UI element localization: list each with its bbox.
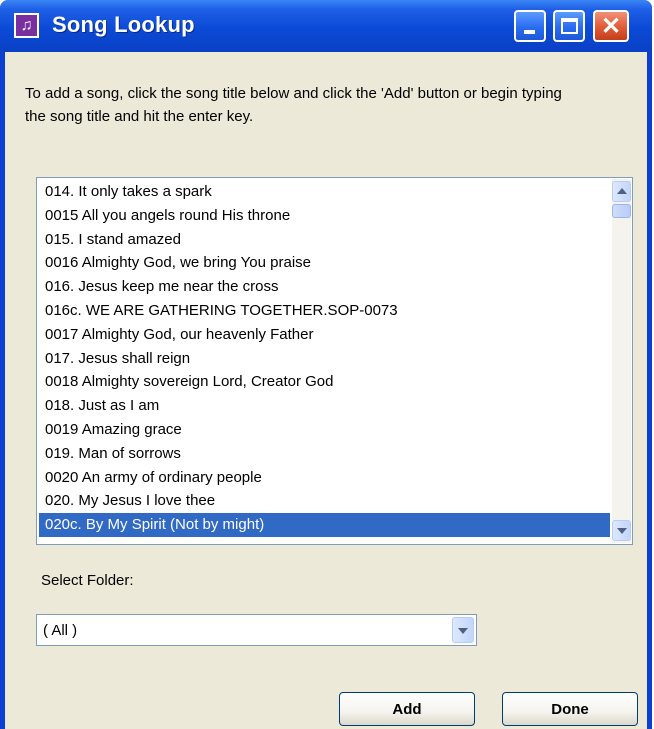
song-list-item[interactable]: 0019 Amazing grace xyxy=(39,418,610,442)
minimize-button[interactable] xyxy=(514,10,546,42)
song-list-item[interactable]: 014. It only takes a spark xyxy=(39,180,610,204)
minimize-icon xyxy=(524,30,535,34)
song-list-item[interactable]: 019. Man of sorrows xyxy=(39,442,610,466)
folder-dropdown-button[interactable] xyxy=(452,617,474,643)
window-title: Song Lookup xyxy=(52,12,195,37)
song-list-item[interactable]: 015. I stand amazed xyxy=(39,228,610,252)
scroll-down-button[interactable] xyxy=(612,520,631,541)
close-icon: ✕ xyxy=(601,13,622,40)
done-button[interactable]: Done xyxy=(502,692,638,726)
select-folder-label: Select Folder: xyxy=(41,572,134,589)
title-bar[interactable]: ♫ Song Lookup ✕ xyxy=(0,0,652,52)
scroll-up-button[interactable] xyxy=(612,181,631,202)
song-list-item[interactable]: 017. Jesus shall reign xyxy=(39,347,610,371)
instructions-text: To add a song, click the song title belo… xyxy=(25,85,562,125)
song-lookup-window: ♫ Song Lookup ✕ To add a song, click the… xyxy=(0,0,652,729)
chevron-down-icon xyxy=(617,528,627,534)
close-button[interactable]: ✕ xyxy=(593,10,629,42)
song-list-items: 014. It only takes a spark 0015 All you a… xyxy=(39,180,610,537)
song-list-item[interactable]: 0017 Almighty God, our heavenly Father xyxy=(39,323,610,347)
song-list-item[interactable]: 0016 Almighty God, we bring You praise xyxy=(39,251,610,275)
song-list-item[interactable]: 020. My Jesus I love thee xyxy=(39,489,610,513)
song-listbox[interactable]: 014. It only takes a spark 0015 All you a… xyxy=(36,177,633,545)
song-list-item[interactable]: 0020 An army of ordinary people xyxy=(39,466,610,490)
scroll-thumb[interactable] xyxy=(612,204,631,218)
song-list-item[interactable]: 020c. By My Spirit (Not by might) xyxy=(39,513,610,537)
vertical-scrollbar[interactable] xyxy=(612,179,631,543)
chevron-up-icon xyxy=(617,188,627,194)
song-list-item[interactable]: 0015 All you angels round His throne xyxy=(39,204,610,228)
song-list-item[interactable]: 016c. WE ARE GATHERING TOGETHER.SOP-0073 xyxy=(39,299,610,323)
folder-select-value: ( All ) xyxy=(43,622,78,639)
chevron-down-icon xyxy=(458,628,468,634)
song-list-item[interactable]: 016. Jesus keep me near the cross xyxy=(39,275,610,299)
add-button[interactable]: Add xyxy=(339,692,475,726)
maximize-icon xyxy=(561,18,578,34)
dialog-body: To add a song, click the song title belo… xyxy=(5,52,647,729)
folder-select[interactable]: ( All ) xyxy=(36,614,477,646)
maximize-button[interactable] xyxy=(553,10,585,42)
music-note-icon[interactable]: ♫ xyxy=(14,13,39,38)
song-list-item[interactable]: 018. Just as I am xyxy=(39,394,610,418)
song-list-item[interactable]: 0018 Almighty sovereign Lord, Creator Go… xyxy=(39,370,610,394)
